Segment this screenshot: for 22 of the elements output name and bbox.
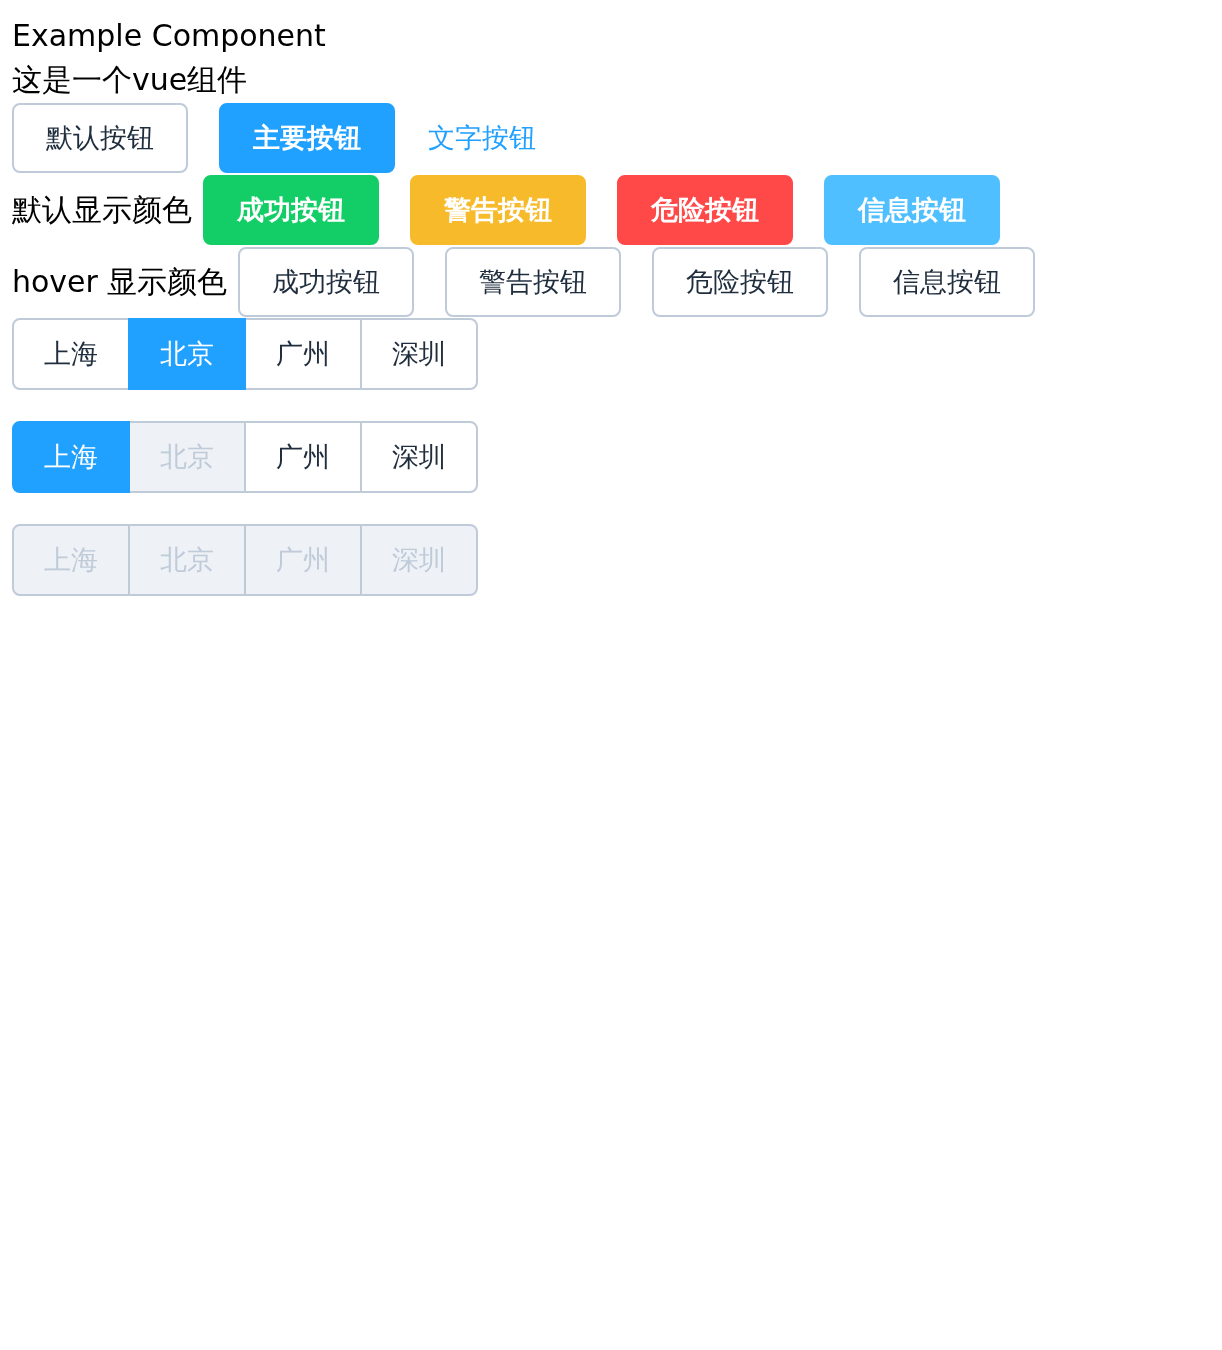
row-label: hover 显示颜色 — [12, 262, 228, 301]
filled-button[interactable]: 警告按钮 — [410, 175, 586, 245]
row-label: 默认显示颜色 — [12, 190, 192, 229]
radio-option[interactable]: 广州 — [244, 318, 362, 390]
outline-button[interactable]: 警告按钮 — [445, 247, 622, 317]
filled-button[interactable]: 信息按钮 — [824, 175, 1000, 245]
radio-option[interactable]: 广州 — [244, 421, 362, 493]
outline-button[interactable]: 信息按钮 — [859, 247, 1036, 317]
subtitle: 这是一个vue组件 — [12, 61, 249, 99]
outline-button[interactable]: 危险按钮 — [652, 247, 829, 317]
radio-option[interactable]: 深圳 — [360, 318, 478, 390]
text-button[interactable]: 文字按钮 — [426, 103, 538, 173]
page-title: Example Component — [12, 17, 327, 55]
radio-option[interactable]: 上海 — [12, 318, 130, 390]
filled-button[interactable]: 危险按钮 — [617, 175, 793, 245]
outline-button[interactable]: 成功按钮 — [238, 247, 415, 317]
radio-option[interactable]: 北京 — [128, 318, 246, 390]
primary-button[interactable]: 主要按钮 — [219, 103, 395, 173]
default-button[interactable]: 默认按钮 — [12, 103, 188, 173]
radio-option[interactable]: 上海 — [12, 421, 130, 493]
radio-option[interactable]: 深圳 — [360, 421, 478, 493]
filled-button[interactable]: 成功按钮 — [203, 175, 379, 245]
